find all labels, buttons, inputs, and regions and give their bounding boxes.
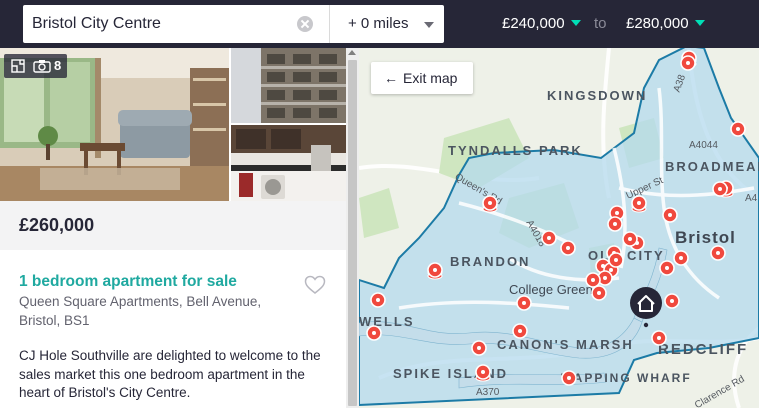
property-pin[interactable] xyxy=(559,239,577,263)
top-bar: + 0 miles £240,000 to £280,000 xyxy=(0,0,759,48)
min-price-label: £240,000 xyxy=(502,15,565,32)
floorplan-icon xyxy=(11,59,25,73)
chevron-down-icon xyxy=(570,20,581,26)
property-pin[interactable] xyxy=(365,324,383,348)
property-pin[interactable] xyxy=(607,251,625,275)
clear-icon[interactable] xyxy=(297,16,313,32)
listing-card[interactable]: 8 £260,000 1 bedroom apartment for sale … xyxy=(0,48,346,408)
scroll-thumb[interactable] xyxy=(348,60,357,406)
property-pin[interactable] xyxy=(515,294,533,318)
home-icon[interactable] xyxy=(629,286,663,330)
map-label-brandon: BRANDON xyxy=(450,254,531,269)
building-exterior-photo[interactable] xyxy=(231,48,346,123)
property-pin[interactable] xyxy=(672,249,690,273)
map-view[interactable]: KINGSDOWN TYNDALLS PARK BRANDON OLD CITY… xyxy=(359,48,759,408)
listing-scrollbar[interactable] xyxy=(346,48,359,408)
property-pin[interactable] xyxy=(470,339,488,363)
property-pin[interactable] xyxy=(709,244,727,268)
listing-description: CJ Hole Southville are delighted to welc… xyxy=(19,348,321,400)
max-price-select[interactable]: £280,000 xyxy=(626,15,705,32)
listing-title-link[interactable]: 1 bedroom apartment for sale xyxy=(19,273,237,291)
map-label-kingsdown: KINGSDOWN xyxy=(547,88,648,103)
media-count-badge: 8 xyxy=(4,54,67,78)
map-label-redcliffe: REDCLIFF xyxy=(658,341,749,358)
search-box: + 0 miles xyxy=(23,5,444,43)
property-pin[interactable] xyxy=(511,322,529,346)
property-cluster-pin[interactable] xyxy=(630,194,648,218)
camera-icon xyxy=(33,60,51,73)
heart-icon[interactable] xyxy=(304,275,326,295)
property-pin[interactable] xyxy=(560,369,578,393)
radius-select[interactable]: + 0 miles xyxy=(329,5,444,43)
listing-address: Queen Square Apartments, Bell Avenue, Br… xyxy=(19,294,262,328)
map-label-wapping-wharf: WAPPING WHARF xyxy=(561,371,692,385)
min-price-select[interactable]: £240,000 xyxy=(502,15,581,32)
property-pin[interactable] xyxy=(606,215,624,239)
arrow-left-icon: ← xyxy=(384,70,398,86)
map-label-tyndalls-park: TYNDALLS PARK xyxy=(448,143,583,158)
price-range-separator: to xyxy=(594,15,607,32)
property-pin[interactable] xyxy=(711,180,729,204)
exit-map-button[interactable]: ← Exit map xyxy=(371,62,473,94)
kitchen-photo[interactable] xyxy=(231,125,346,201)
location-search-input[interactable] xyxy=(23,5,328,43)
property-pin[interactable] xyxy=(729,120,747,144)
scroll-up-arrow-icon[interactable] xyxy=(348,50,356,55)
chevron-down-icon xyxy=(424,22,434,28)
map-label-broadmead: BROADMEAD xyxy=(665,159,759,174)
property-pin[interactable] xyxy=(590,284,608,308)
property-cluster-pin[interactable] xyxy=(426,261,444,285)
map-label-a4: A4 xyxy=(745,193,758,204)
media-count: 8 xyxy=(54,58,62,73)
property-pin[interactable] xyxy=(540,229,558,253)
chevron-down-icon xyxy=(694,20,705,26)
property-pin[interactable] xyxy=(369,291,387,315)
property-cluster-pin[interactable] xyxy=(481,194,499,218)
property-pin[interactable] xyxy=(661,206,679,230)
property-pin[interactable] xyxy=(679,54,697,78)
price-band: £260,000 xyxy=(0,201,346,250)
max-price-label: £280,000 xyxy=(626,15,689,32)
map-label-a370: A370 xyxy=(476,387,500,398)
photo-gallery[interactable]: 8 xyxy=(0,48,346,201)
listing-price: £260,000 xyxy=(19,215,95,235)
property-pin[interactable] xyxy=(663,292,681,316)
radius-label: + 0 miles xyxy=(348,15,409,32)
property-cluster-pin[interactable] xyxy=(474,363,492,387)
exit-map-label: Exit map xyxy=(403,70,458,86)
property-pin[interactable] xyxy=(650,329,668,353)
map-label-a4044: A4044 xyxy=(689,140,718,151)
